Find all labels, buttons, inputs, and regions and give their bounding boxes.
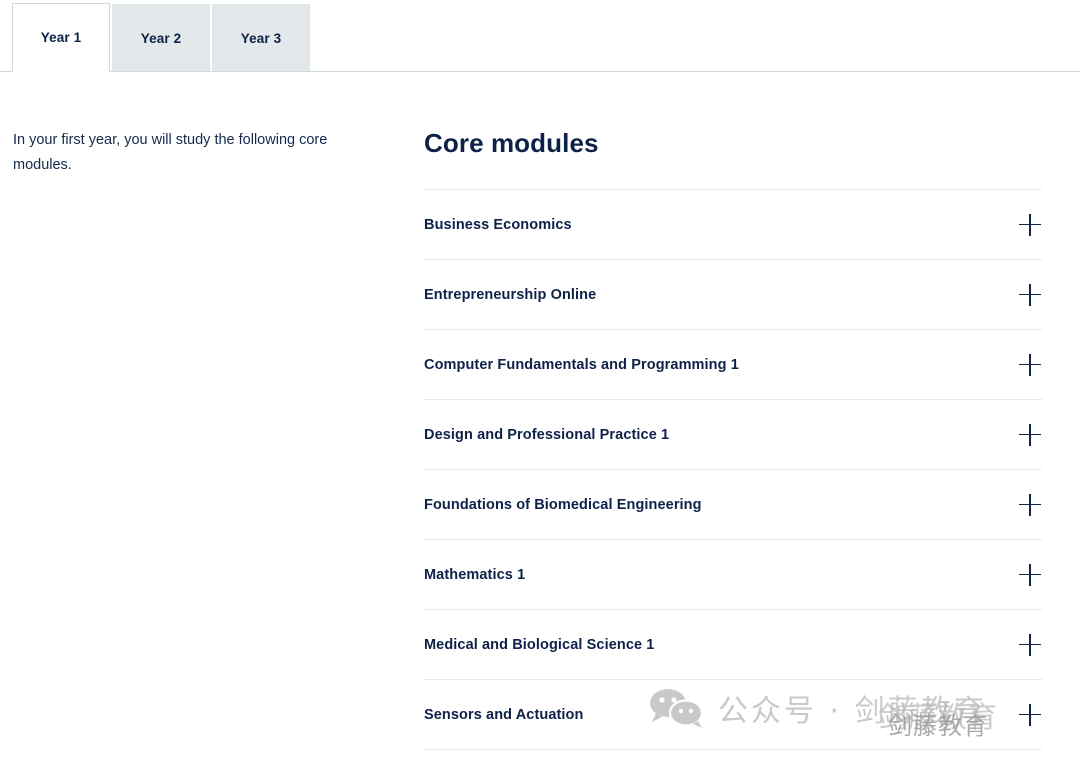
module-row-design-and-professional-practice-1[interactable]: Design and Professional Practice 1 [424,400,1042,470]
module-label: Business Economics [424,216,572,233]
page-title: Core modules [424,128,599,158]
plus-icon[interactable] [1019,563,1041,586]
core-modules-accordion: Business Economics Entrepreneurship Onli… [424,189,1042,750]
module-label: Design and Professional Practice 1 [424,426,670,443]
tab-year-1-label: Year 1 [40,30,82,45]
module-row-business-economics[interactable]: Business Economics [424,190,1042,260]
modules-column: Core modules Business Economics Entrepre… [424,128,1080,750]
plus-icon[interactable] [1019,353,1041,376]
plus-icon[interactable] [1019,493,1041,516]
module-row-medical-and-biological-science-1[interactable]: Medical and Biological Science 1 [424,610,1042,680]
plus-icon[interactable] [1019,703,1041,726]
tab-panel-year-1: In your first year, you will study the f… [0,72,1080,750]
plus-icon[interactable] [1019,283,1041,306]
module-label: Computer Fundamentals and Programming 1 [424,356,739,373]
module-label: Sensors and Actuation [424,706,584,723]
plus-icon[interactable] [1019,633,1041,656]
plus-icon[interactable] [1019,213,1041,236]
module-label: Entrepreneurship Online [424,286,597,303]
module-row-sensors-and-actuation[interactable]: Sensors and Actuation [424,680,1042,750]
intro-text: In your first year, you will study the f… [13,132,328,173]
tab-year-3[interactable]: Year 3 [212,4,310,72]
module-label: Mathematics 1 [424,566,526,583]
plus-icon[interactable] [1019,423,1041,446]
year-tab-bar: Year 1 Year 2 Year 3 [0,0,1080,72]
module-row-entrepreneurship-online[interactable]: Entrepreneurship Online [424,260,1042,330]
module-label: Medical and Biological Science 1 [424,636,655,653]
module-row-foundations-of-biomedical-engineering[interactable]: Foundations of Biomedical Engineering [424,470,1042,540]
tab-year-2-label: Year 2 [140,30,182,46]
tab-list: Year 1 Year 2 Year 3 [12,3,310,72]
tab-year-1[interactable]: Year 1 [12,3,110,72]
tab-year-2[interactable]: Year 2 [112,4,210,72]
module-row-computer-fundamentals-and-programming-1[interactable]: Computer Fundamentals and Programming 1 [424,330,1042,400]
module-row-mathematics-1[interactable]: Mathematics 1 [424,540,1042,610]
intro-column: In your first year, you will study the f… [0,128,424,750]
tab-year-3-label: Year 3 [240,30,282,46]
module-label: Foundations of Biomedical Engineering [424,496,702,513]
